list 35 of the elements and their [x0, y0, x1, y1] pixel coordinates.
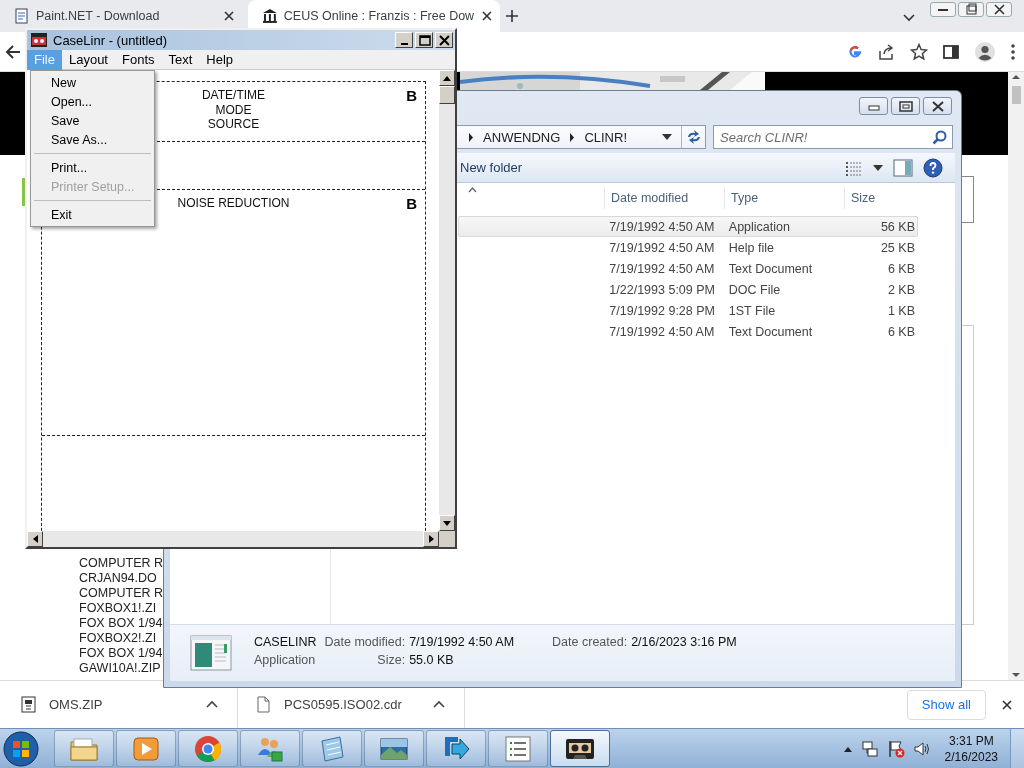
file-name: CASELINR: [254, 635, 317, 651]
mark-letter: B: [406, 196, 417, 214]
table-cell: 7/19/1992 4:50 AM: [609, 240, 715, 255]
table-cell: Text Document: [728, 324, 813, 339]
label-text: DATE/TIME: [201, 88, 266, 103]
mark-letter: B: [406, 88, 417, 106]
tab-title: Paint.NET - Download: [36, 9, 160, 23]
table-cell: 1/22/1993 5:09 PM: [609, 282, 715, 297]
table-cell: 6 KB: [887, 261, 915, 276]
detail-label: Size:: [377, 653, 406, 669]
label-text: MODE: [215, 102, 252, 117]
table-cell: 7/19/1992 4:50 AM: [609, 324, 715, 339]
detail-value: 7/19/1992 4:50 AM: [409, 635, 515, 651]
detail-label: Date modified:: [324, 635, 406, 651]
table-cell: 2 KB: [887, 282, 915, 297]
label-text: NOISE REDUCTION: [177, 196, 290, 211]
window-title: CaseLinr - (untitled): [53, 32, 169, 48]
table-cell: DOC File: [728, 282, 781, 297]
table-cell: 7/19/1992 4:50 AM: [609, 261, 715, 276]
table-cell: 25 KB: [880, 240, 915, 255]
table-cell: 56 KB: [880, 219, 915, 234]
tab-title: CEUS Online : Franzis : Free Dow: [283, 9, 475, 23]
detail-label: Date created:: [552, 635, 628, 651]
table-cell: 1ST File: [728, 303, 776, 318]
table-cell: 7/19/1992 4:50 AM: [609, 219, 715, 234]
detail-value: 55.0 KB: [409, 653, 455, 669]
detail-value: 2/16/2023 3:16 PM: [631, 635, 737, 651]
table-cell: 1 KB: [887, 303, 915, 318]
file-type: Application: [254, 653, 317, 669]
table-cell: Text Document: [728, 261, 813, 276]
table-cell: Help file: [728, 240, 774, 255]
label-text: SOURCE: [207, 117, 260, 132]
table-cell: 6 KB: [887, 324, 915, 339]
table-cell: 7/19/1992 9:28 PM: [609, 303, 715, 318]
table-cell: Application: [728, 219, 790, 234]
